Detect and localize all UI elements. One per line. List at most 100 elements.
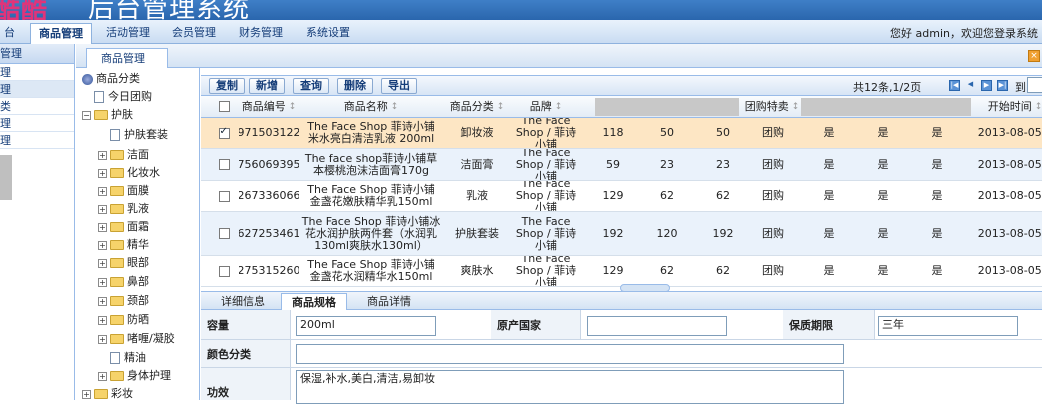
expand-icon[interactable]: +: [98, 277, 107, 287]
tree-item-makeup[interactable]: + 彩妆: [82, 385, 133, 400]
header-label: 商品分类: [449, 99, 494, 113]
row-checkbox-cell[interactable]: [211, 181, 237, 211]
tab-detail-info[interactable]: 详细信息: [211, 293, 275, 311]
origin-input[interactable]: [587, 316, 727, 336]
table-row[interactable]: 756069395 The face shop菲诗小铺草本樱桃泡沫洁面膏170g 洁…: [201, 149, 1042, 181]
menu-item-finance[interactable]: 财务管理: [231, 23, 291, 44]
tree-item[interactable]: + 乳液: [98, 200, 149, 218]
tree-item[interactable]: 精油: [110, 349, 146, 367]
first-page-icon[interactable]: |◀: [949, 80, 960, 91]
color-input[interactable]: [296, 344, 844, 364]
tree-label: 今日团购: [108, 90, 152, 103]
header-groupbuy-type[interactable]: 团购特卖 ↕: [743, 96, 801, 117]
tree-item[interactable]: 护肤套装: [110, 126, 168, 144]
menu-item-home[interactable]: 台: [0, 23, 23, 44]
app-logo: 酷酷: [0, 0, 49, 20]
tab-product-spec[interactable]: 商品规格: [281, 293, 347, 311]
expand-icon[interactable]: +: [82, 389, 91, 399]
row-checkbox[interactable]: [218, 228, 230, 239]
header-label: 开始时间: [987, 99, 1032, 113]
cell-value: 62: [716, 264, 730, 277]
add-button[interactable]: 新增: [249, 78, 285, 94]
menu-item-products[interactable]: 商品管理: [30, 23, 92, 44]
left-nav-item[interactable]: 理: [0, 64, 74, 81]
header-product-name[interactable]: 商品名称 ↕: [301, 96, 441, 117]
close-icon[interactable]: ×: [1028, 50, 1040, 62]
form-row: 颜色分类: [201, 340, 1042, 368]
expand-icon[interactable]: +: [98, 150, 107, 160]
row-checkbox-cell[interactable]: [211, 118, 237, 148]
expand-icon[interactable]: +: [98, 222, 107, 232]
row-checkbox[interactable]: [218, 159, 230, 170]
tree-item[interactable]: + 防晒: [98, 311, 149, 329]
left-nav-header: 管理: [0, 44, 74, 64]
cell-brand: The Face Shop / 菲诗小铺: [515, 256, 577, 286]
select-all-checkbox[interactable]: [211, 96, 237, 117]
table-row[interactable]: 267336066 The Face Shop 菲诗小铺 金盏花嫩肤精华乳150m…: [201, 181, 1042, 212]
spec-form: 容量 200ml 原产国家 保质期限 三年 颜色分类 功效 保湿,补水,美白,清…: [201, 310, 1042, 404]
next-page-icon[interactable]: ▶: [981, 80, 992, 91]
row-checkbox[interactable]: [218, 265, 230, 277]
left-nav-item[interactable]: 理: [0, 81, 74, 98]
row-checkbox-cell[interactable]: [211, 212, 237, 255]
expand-icon[interactable]: +: [98, 371, 107, 381]
tree-item[interactable]: + 面膜: [98, 182, 149, 200]
search-button[interactable]: 查询: [293, 78, 329, 94]
tree-item[interactable]: + 精华: [98, 236, 149, 254]
tree-item-today-groupbuy[interactable]: 今日团购: [94, 88, 152, 106]
checkbox[interactable]: [218, 101, 230, 112]
tree-root[interactable]: 商品分类: [82, 70, 140, 88]
left-nav-item[interactable]: 理: [0, 132, 74, 149]
expand-icon[interactable]: +: [98, 186, 107, 196]
row-checkbox[interactable]: [218, 126, 230, 139]
tree-item[interactable]: + 洁面: [98, 146, 149, 164]
expand-icon[interactable]: +: [98, 168, 107, 178]
table-row[interactable]: 275315260 The Face Shop 菲诗小铺 金盏花水润精华水150m…: [201, 256, 1042, 287]
header-category[interactable]: 商品分类 ↕: [443, 96, 511, 117]
tab-products[interactable]: 商品管理: [86, 48, 168, 68]
table-row[interactable]: 627253461 The Face Shop 菲诗小铺冰花水润护肤两件套（水润乳…: [201, 212, 1042, 256]
collapse-icon[interactable]: −: [82, 110, 91, 120]
tree-item[interactable]: + 身体护理: [98, 367, 171, 385]
menu-item-members[interactable]: 会员管理: [164, 23, 224, 44]
left-nav-item[interactable]: 理: [0, 115, 74, 132]
tree-item[interactable]: + 鼻部: [98, 273, 149, 291]
tab-product-detail[interactable]: 商品详情: [357, 293, 421, 311]
tree-item[interactable]: + 面霜: [98, 218, 149, 236]
row-checkbox[interactable]: [218, 190, 230, 202]
tree-item[interactable]: + 颈部: [98, 292, 149, 310]
expand-icon[interactable]: +: [98, 296, 107, 306]
row-checkbox-cell[interactable]: [211, 149, 237, 180]
expand-icon[interactable]: +: [98, 240, 107, 250]
menu-item-settings[interactable]: 系统设置: [298, 23, 358, 44]
table-row[interactable]: 971503122 The Face Shop 菲诗小铺 米水亮白清洁乳液 200…: [201, 118, 1042, 149]
page-icon: [110, 352, 120, 364]
tree-item[interactable]: + 啫喱/凝胶: [98, 330, 175, 348]
prev-page-icon[interactable]: ◀: [965, 80, 976, 91]
capacity-input[interactable]: 200ml: [296, 316, 436, 336]
expand-icon[interactable]: +: [98, 258, 107, 268]
expand-icon[interactable]: +: [98, 334, 107, 344]
expand-icon[interactable]: +: [98, 204, 107, 214]
copy-button[interactable]: 复制: [209, 78, 245, 94]
cell-groupbuy-type: 团购: [762, 157, 784, 171]
effect-label: 功效: [201, 368, 291, 400]
tree-item[interactable]: + 化妆水: [98, 164, 160, 182]
header-product-id[interactable]: 商品编号 ↕: [239, 96, 299, 117]
capacity-label: 容量: [201, 310, 291, 339]
row-checkbox-cell[interactable]: [211, 256, 237, 286]
header-start-time[interactable]: 开始时间 ↕: [977, 96, 1042, 117]
folder-icon: [94, 389, 108, 399]
header-brand[interactable]: 品牌 ↕: [513, 96, 579, 117]
effect-textarea[interactable]: 保湿,补水,美白,清洁,易卸妆: [296, 370, 844, 404]
shelf-life-input[interactable]: 三年: [878, 316, 1018, 336]
menu-item-activities[interactable]: 活动管理: [98, 23, 158, 44]
export-button[interactable]: 导出: [381, 78, 417, 94]
delete-button[interactable]: 删除: [337, 78, 373, 94]
left-nav-item[interactable]: 类: [0, 98, 74, 115]
expand-icon[interactable]: +: [98, 315, 107, 325]
last-page-icon[interactable]: ▶|: [997, 80, 1008, 91]
tree-item[interactable]: + 眼部: [98, 254, 149, 272]
tree-item-skincare[interactable]: − 护肤: [82, 106, 133, 124]
goto-page-input[interactable]: [1027, 77, 1042, 93]
